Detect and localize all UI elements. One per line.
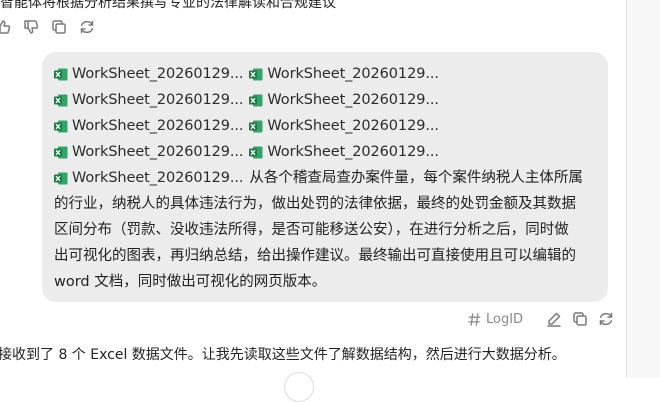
refresh-icon[interactable] [78,18,96,36]
attached-file-chip[interactable]: WorkSheet_20260129... [249,92,439,108]
attached-file-name: WorkSheet_20260129... [267,92,439,108]
scroll-down-button[interactable] [284,372,314,402]
copy-icon[interactable] [50,18,68,36]
attached-files-row: WorkSheet_20260129... WorkSheet_20260129.… [54,61,598,87]
copy-icon[interactable] [571,310,589,328]
excel-file-icon [54,94,68,106]
right-panel-edge [626,0,660,378]
attached-file-chip[interactable]: WorkSheet_20260129... [54,118,244,134]
edit-icon[interactable] [545,310,563,328]
attached-file-chip[interactable]: WorkSheet_20260129... [54,170,244,186]
thumb-down-icon[interactable] [22,18,40,36]
attached-file-chip[interactable]: WorkSheet_20260129... [54,92,244,108]
attached-files-row: WorkSheet_20260129... WorkSheet_20260129.… [54,113,598,139]
attached-file-name: WorkSheet_20260129... [72,144,244,160]
attached-file-name: WorkSheet_20260129... [72,66,244,82]
last-file-and-prompt-line: WorkSheet_20260129... 从各个稽查局查办案件量，每个案件纳税… [54,165,598,191]
excel-file-icon [249,68,263,80]
assistant-reply-text: 接收到了 8 个 Excel 数据文件。让我先读取这些文件了解数据结构，然后进行… [0,347,566,363]
attached-file-name: WorkSheet_20260129... [72,92,244,108]
prompt-line: 区间分布（罚款、没收违法所得，是否可能移送公安），在进行分析之后，同时做 [54,222,569,238]
attached-file-name: WorkSheet_20260129... [267,118,439,134]
refresh-icon[interactable] [597,310,615,328]
attached-file-name: WorkSheet_20260129... [72,118,244,134]
excel-file-icon [54,68,68,80]
prompt-line: 出可视化的图表，再归纳总结，给出操作建议。最终输出可直接使用且可以编辑的 [54,248,576,264]
hash-icon [468,312,481,326]
attached-file-chip[interactable]: WorkSheet_20260129... [249,144,439,160]
excel-file-icon [249,146,263,158]
logid-label: LogID [486,311,524,327]
attached-file-chip[interactable]: WorkSheet_20260129... [54,144,244,160]
thumb-up-icon[interactable] [0,18,12,36]
attached-file-chip[interactable]: WorkSheet_20260129... [249,66,439,82]
excel-file-icon [54,146,68,158]
attached-file-name: WorkSheet_20260129... [267,144,439,160]
top-message-actions [0,18,96,36]
attached-file-name: WorkSheet_20260129... [267,66,439,82]
attached-file-chip[interactable]: WorkSheet_20260129... [249,118,439,134]
prompt-line: 从各个稽查局查办案件量，每个案件纳税人主体所属 [249,170,583,186]
attached-file-chip[interactable]: WorkSheet_20260129... [54,66,244,82]
user-message-actions: LogID [467,310,615,328]
prompt-line: word 文档，同时做出可视化的网页版本。 [54,274,327,290]
excel-file-icon [249,94,263,106]
attached-files-row: WorkSheet_20260129... WorkSheet_20260129.… [54,87,598,113]
excel-file-icon [54,120,68,132]
excel-file-icon [249,120,263,132]
user-message-bubble: WorkSheet_20260129... WorkSheet_20260129.… [42,52,608,302]
attached-files-row: WorkSheet_20260129... WorkSheet_20260129.… [54,139,598,165]
prompt-line: 的行业，纳税人的具体违法行为，做出处罚的法律依据，最终的处罚金额及其数据 [54,196,576,212]
excel-file-icon [54,172,68,184]
top-message-text: 智能体将根据分析结果撰写专业的法律解读和合规建议 [0,0,336,11]
attached-files-list: WorkSheet_20260129... WorkSheet_20260129.… [54,61,598,165]
logid-button[interactable]: LogID [467,312,523,327]
attached-file-name: WorkSheet_20260129... [72,170,244,186]
